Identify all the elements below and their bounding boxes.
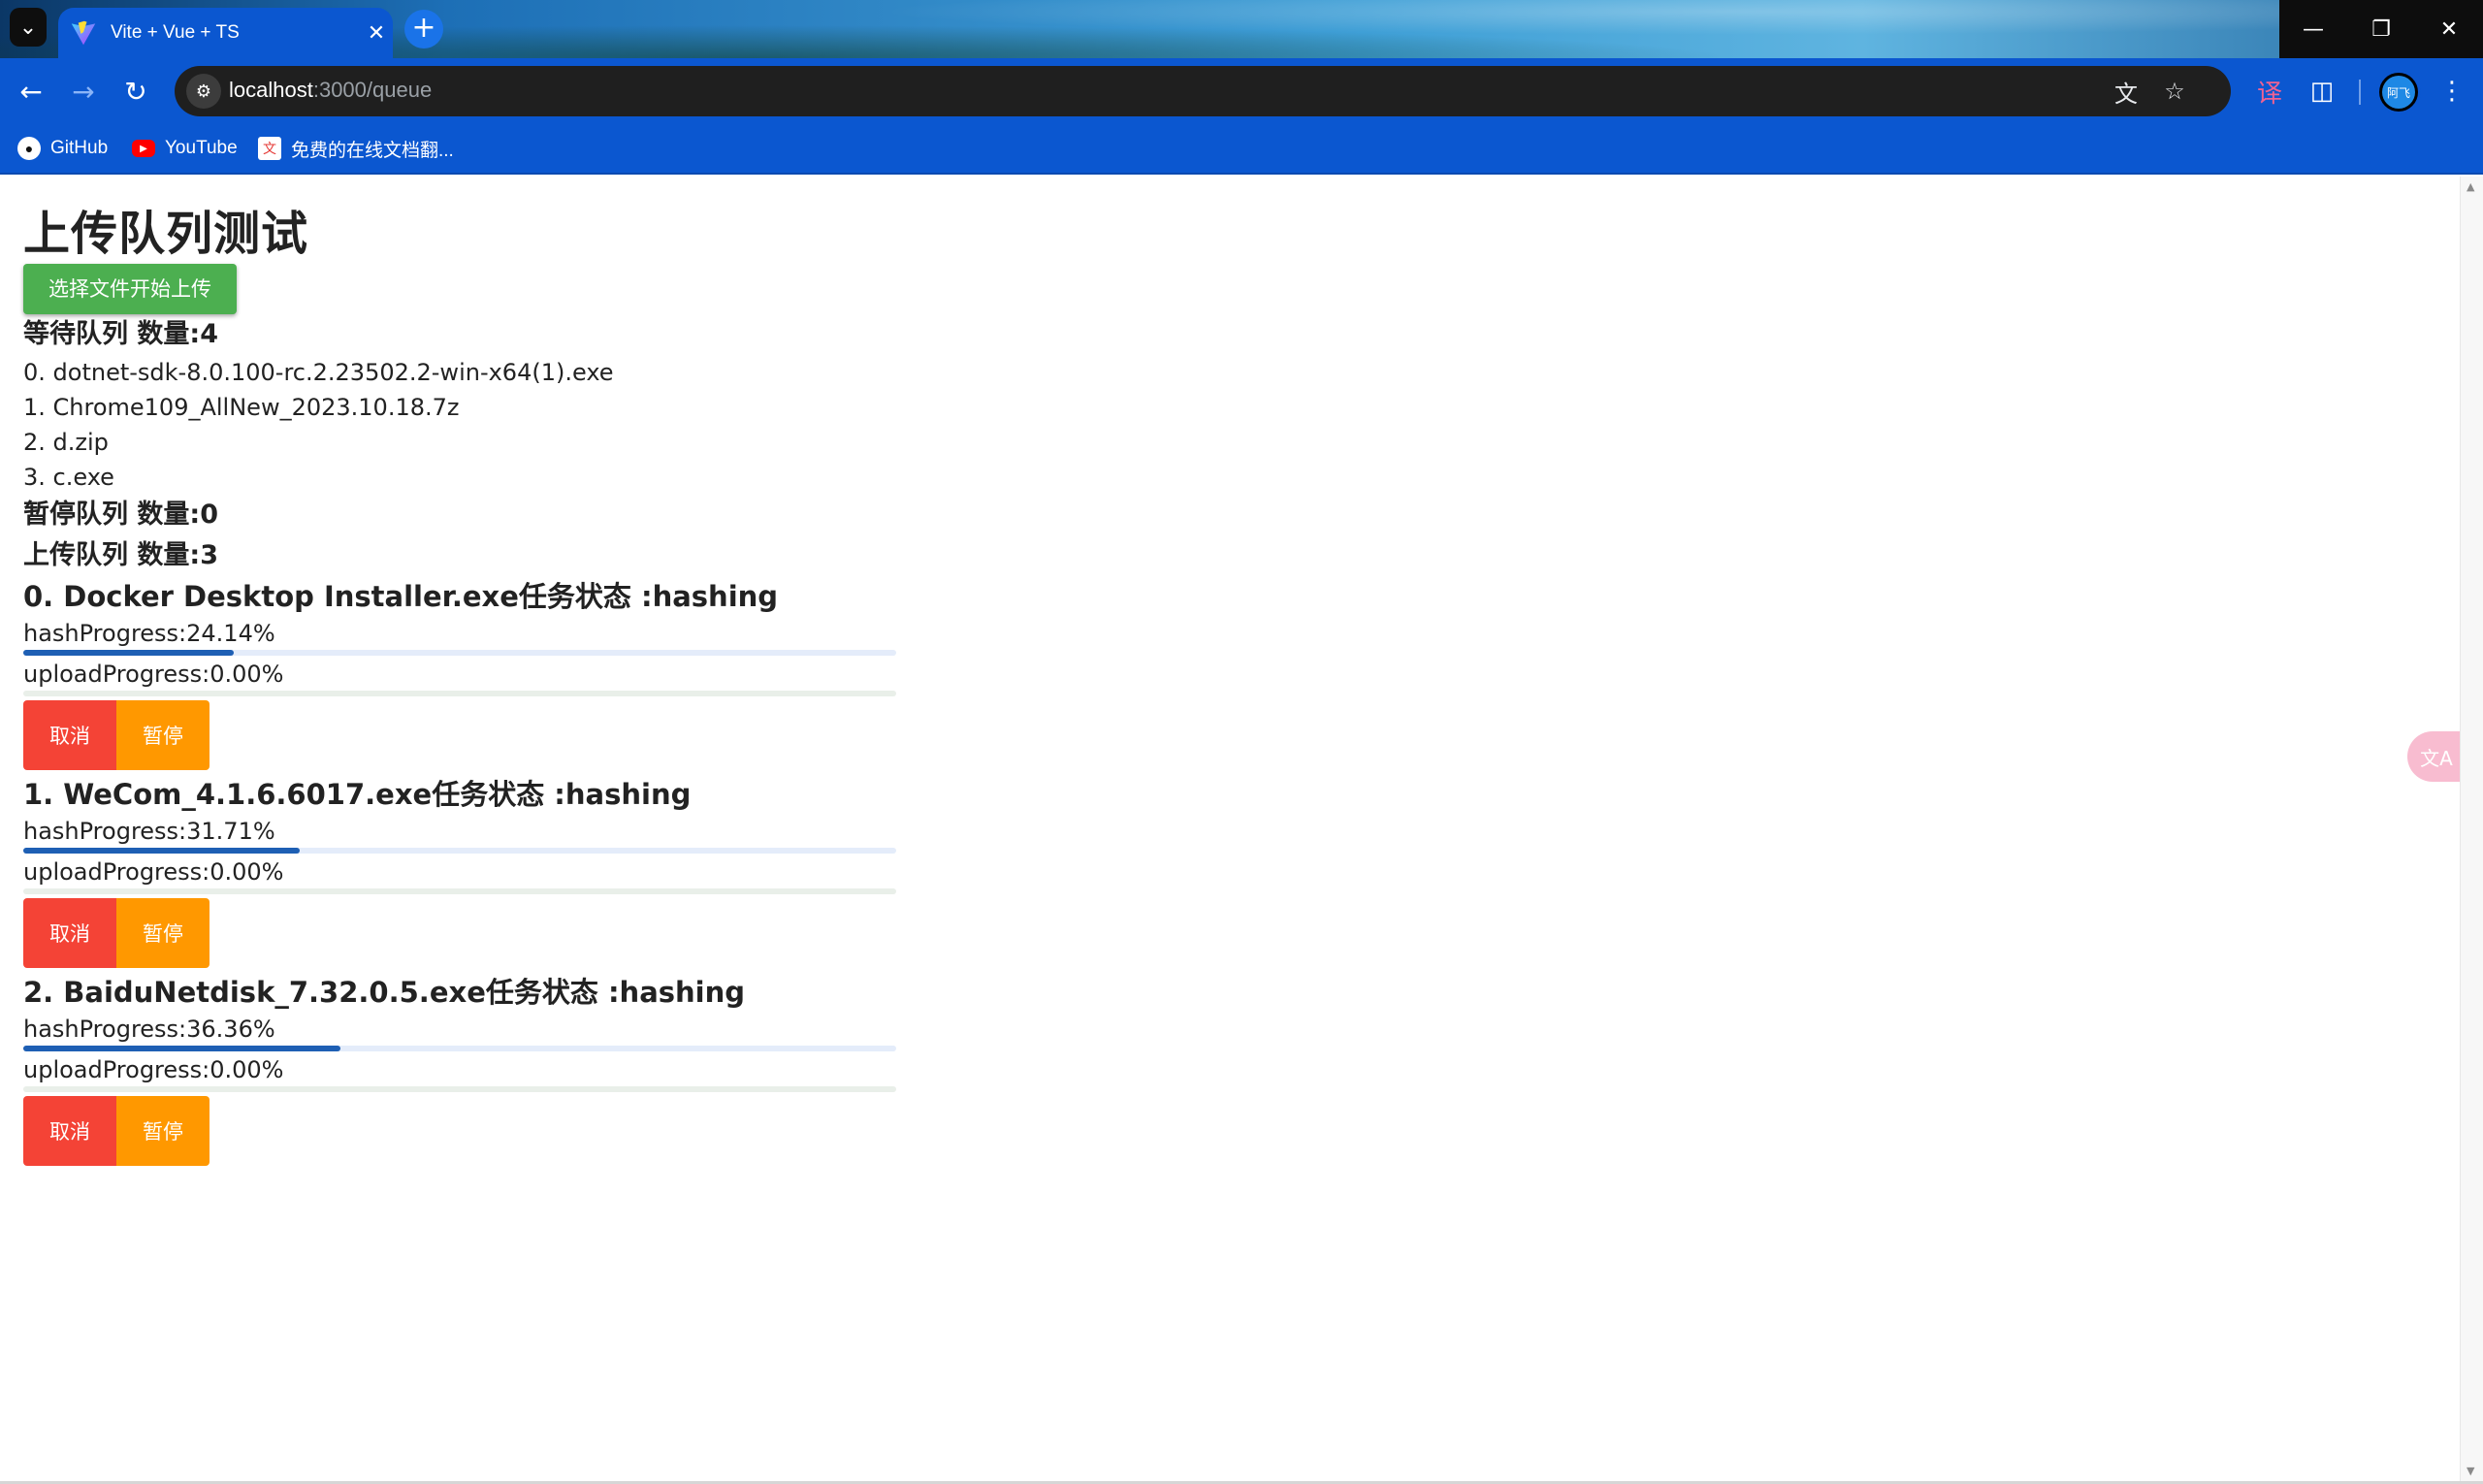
waiting-queue-list: 0. dotnet-sdk-8.0.100-rc.2.23502.2-win-x…	[23, 355, 993, 495]
active-tab[interactable]: Vite + Vue + TS ✕	[58, 8, 393, 58]
url-host: localhost	[229, 78, 313, 102]
task-title: 0. Docker Desktop Installer.exe任务状态 :has…	[23, 580, 779, 613]
page-translate-icon[interactable]: 文	[2111, 76, 2142, 108]
pause-button[interactable]: 暂停	[116, 898, 210, 968]
tab-title: Vite + Vue + TS	[111, 22, 240, 43]
list-item: 2. d.zip	[23, 429, 109, 456]
hash-progress-fill	[23, 1046, 341, 1051]
select-file-upload-button[interactable]: 选择文件开始上传	[23, 264, 237, 314]
bookmark-doc-translate[interactable]: 文 免费的在线文档翻...	[258, 134, 454, 163]
page-viewport: 上传队列测试 选择文件开始上传 等待队列 数量:4 0. dotnet-sdk-…	[0, 177, 2460, 1481]
bookmark-label: GitHub	[50, 138, 109, 158]
task-actions: 取消 暂停	[23, 898, 993, 968]
upload-progress-bar	[23, 888, 896, 894]
vite-logo-icon	[71, 20, 96, 46]
list-item: 0. dotnet-sdk-8.0.100-rc.2.23502.2-win-x…	[23, 359, 614, 386]
window-controls: — ❐ ✕	[2279, 0, 2483, 58]
bookmark-label: YouTube	[165, 138, 238, 158]
upload-task: 1. WeCom_4.1.6.6017.exe任务状态 :hashing has…	[23, 774, 993, 968]
scroll-up-arrow-icon[interactable]: ▲	[2467, 180, 2474, 193]
floating-translate-icon[interactable]: 文A	[2407, 731, 2466, 782]
toolbar-divider	[2359, 80, 2361, 105]
extensions-puzzle-icon[interactable]: ◫	[2303, 72, 2341, 111]
cancel-button[interactable]: 取消	[23, 1096, 116, 1166]
task-actions: 取消 暂停	[23, 700, 993, 770]
profile-avatar[interactable]: 阿飞	[2376, 70, 2421, 114]
forward-arrow-icon[interactable]: →	[64, 72, 103, 111]
bookmark-star-icon[interactable]: ☆	[2159, 76, 2190, 107]
new-tab-plus-icon[interactable]: +	[404, 10, 443, 48]
hash-progress-fill	[23, 650, 235, 656]
hash-progress-label: hashProgress:36.36%	[23, 1016, 275, 1043]
cancel-button[interactable]: 取消	[23, 898, 116, 968]
paused-queue-heading: 暂停队列 数量:0	[23, 500, 218, 530]
hash-progress-bar	[23, 650, 896, 656]
upload-queue-heading: 上传队列 数量:3	[23, 540, 218, 570]
tab-search-chevron-icon[interactable]: ⌄	[10, 8, 47, 47]
window-close-icon[interactable]: ✕	[2415, 0, 2483, 58]
upload-task: 2. BaiduNetdisk_7.32.0.5.exe任务状态 :hashin…	[23, 972, 993, 1166]
github-icon: ●	[17, 137, 41, 160]
translate-doc-icon: 文	[258, 137, 281, 160]
browser-toolbar: ← → ↻ ⚙ localhost:3000/queue 文 ☆ 译 ◫ 阿飞 …	[0, 58, 2483, 124]
menu-kebab-icon[interactable]: ⋮	[2433, 72, 2471, 111]
upload-progress-label: uploadProgress:0.00%	[23, 858, 284, 886]
cancel-button[interactable]: 取消	[23, 700, 116, 770]
hash-progress-label: hashProgress:31.71%	[23, 818, 275, 845]
upload-progress-bar	[23, 691, 896, 696]
tab-close-icon[interactable]: ✕	[360, 21, 393, 46]
youtube-icon: ▶	[132, 140, 155, 157]
list-item: 1. Chrome109_AllNew_2023.10.18.7z	[23, 394, 460, 421]
url-text[interactable]: localhost:3000/queue	[229, 78, 432, 103]
site-info-icon[interactable]: ⚙	[186, 74, 221, 109]
reload-icon[interactable]: ↻	[116, 72, 155, 111]
avatar-text: 阿飞	[2382, 76, 2415, 109]
hash-progress-bar	[23, 848, 896, 854]
upload-task: 0. Docker Desktop Installer.exe任务状态 :has…	[23, 576, 993, 770]
translate-extension-icon[interactable]: 译	[2250, 72, 2289, 111]
restore-icon[interactable]: ❐	[2347, 0, 2415, 58]
task-title: 2. BaiduNetdisk_7.32.0.5.exe任务状态 :hashin…	[23, 976, 746, 1009]
bookmarks-bar: ● GitHub ▶ YouTube 文 免费的在线文档翻...	[0, 124, 2483, 175]
upload-queue-app: 上传队列测试 选择文件开始上传 等待队列 数量:4 0. dotnet-sdk-…	[23, 206, 993, 1170]
upload-progress-label: uploadProgress:0.00%	[23, 1056, 284, 1083]
upload-progress-bar	[23, 1086, 896, 1092]
back-arrow-icon[interactable]: ←	[12, 72, 50, 111]
hash-progress-bar	[23, 1046, 896, 1051]
bookmark-github[interactable]: ● GitHub	[17, 134, 108, 163]
task-title: 1. WeCom_4.1.6.6017.exe任务状态 :hashing	[23, 778, 692, 811]
hash-progress-label: hashProgress:24.14%	[23, 620, 275, 647]
bookmark-label: 免费的在线文档翻...	[291, 140, 454, 161]
url-path: :3000/queue	[312, 78, 433, 102]
address-bar[interactable]: ⚙ localhost:3000/queue 文 ☆	[175, 66, 2231, 116]
hash-progress-fill	[23, 848, 301, 854]
minimize-icon[interactable]: —	[2279, 0, 2347, 58]
pause-button[interactable]: 暂停	[116, 1096, 210, 1166]
upload-progress-label: uploadProgress:0.00%	[23, 661, 284, 688]
task-actions: 取消 暂停	[23, 1096, 993, 1166]
page-title: 上传队列测试	[23, 207, 309, 261]
bookmark-youtube[interactable]: ▶ YouTube	[132, 134, 238, 163]
tab-strip: ⌄ Vite + Vue + TS ✕ + — ❐ ✕	[0, 0, 2483, 58]
vertical-scrollbar[interactable]: ▲ ▼	[2460, 177, 2483, 1481]
pause-button[interactable]: 暂停	[116, 700, 210, 770]
list-item: 3. c.exe	[23, 464, 114, 491]
scroll-down-arrow-icon[interactable]: ▼	[2467, 1465, 2474, 1477]
waiting-queue-heading: 等待队列 数量:4	[23, 319, 218, 349]
